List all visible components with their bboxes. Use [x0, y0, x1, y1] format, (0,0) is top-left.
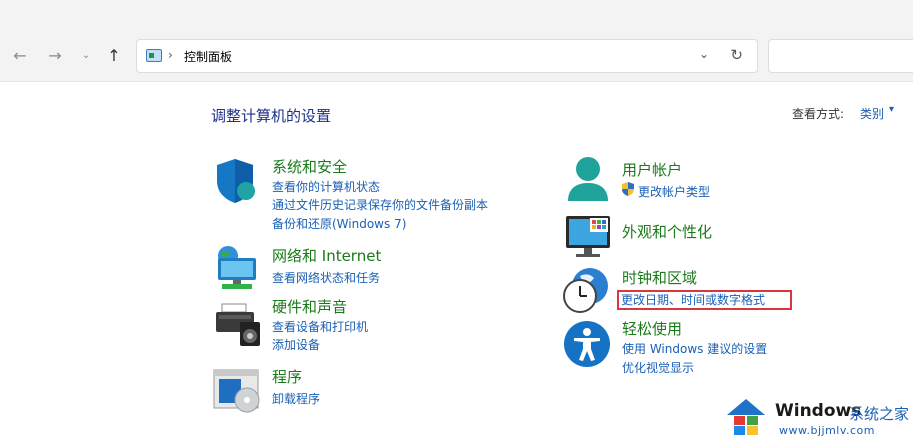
- link-view-computer-status[interactable]: 查看你的计算机状态: [272, 178, 380, 195]
- printer-speaker-icon[interactable]: [214, 300, 262, 348]
- link-add-device[interactable]: 添加设备: [272, 336, 320, 353]
- link-devices-printers[interactable]: 查看设备和打印机: [272, 318, 368, 335]
- control-panel-icon: [146, 49, 162, 62]
- category-title-hardware[interactable]: 硬件和声音: [272, 296, 347, 317]
- title-bar: [0, 0, 913, 30]
- category-title-system-security[interactable]: 系统和安全: [272, 156, 347, 177]
- category-title-ease-of-access[interactable]: 轻松使用: [622, 318, 682, 339]
- uac-shield-icon: [622, 182, 634, 196]
- link-network-status[interactable]: 查看网络状态和任务: [272, 269, 380, 286]
- monitor-palette-icon[interactable]: [564, 214, 612, 262]
- programs-disc-icon[interactable]: [213, 368, 261, 416]
- page-title: 调整计算机的设置: [211, 107, 332, 125]
- watermark-brand-cn: 系统之家: [849, 405, 910, 423]
- link-recommended-settings[interactable]: 使用 Windows 建议的设置: [622, 340, 767, 357]
- highlight-box: [617, 290, 792, 310]
- breadcrumb-control-panel[interactable]: 控制面板: [184, 48, 232, 65]
- watermark: Windows 系统之家 www.bjjmlv.com: [723, 395, 913, 444]
- breadcrumb-chevron-icon[interactable]: ›: [168, 48, 173, 62]
- watermark-url: www.bjjmlv.com: [779, 424, 875, 437]
- link-backup-restore[interactable]: 备份和还原(Windows 7): [272, 215, 406, 232]
- back-arrow-icon[interactable]: ←: [10, 46, 30, 66]
- network-globe-icon[interactable]: [212, 244, 260, 292]
- recent-locations-chevron-icon[interactable]: ⌄: [76, 46, 96, 66]
- category-title-network[interactable]: 网络和 Internet: [272, 245, 381, 266]
- windows-house-logo-icon: [727, 399, 765, 435]
- link-uninstall-program[interactable]: 卸载程序: [272, 390, 320, 407]
- refresh-icon[interactable]: ↻: [730, 46, 743, 64]
- up-arrow-icon[interactable]: ↑: [104, 46, 124, 66]
- clock-globe-icon[interactable]: [562, 266, 610, 314]
- search-input[interactable]: [768, 39, 913, 73]
- link-file-history[interactable]: 通过文件历史记录保存你的文件备份副本: [272, 196, 488, 213]
- view-by-select[interactable]: 类别: [860, 105, 884, 122]
- category-title-user-accounts[interactable]: 用户帐户: [622, 159, 682, 180]
- accessibility-icon[interactable]: [563, 320, 611, 368]
- address-bar[interactable]: › 控制面板 ⌄ ↻: [136, 39, 758, 73]
- user-avatar-icon[interactable]: [564, 155, 612, 203]
- link-change-account-type[interactable]: 更改帐户类型: [638, 183, 710, 200]
- address-dropdown-icon[interactable]: ⌄: [699, 47, 709, 61]
- category-title-programs[interactable]: 程序: [272, 366, 302, 387]
- navigation-toolbar: ← → ⌄ ↑ › 控制面板 ⌄ ↻: [0, 30, 913, 82]
- category-title-clock-region[interactable]: 时钟和区域: [622, 267, 697, 288]
- view-by-chevron-icon[interactable]: ▾: [889, 104, 894, 115]
- shield-icon[interactable]: [213, 157, 261, 205]
- forward-arrow-icon[interactable]: →: [45, 46, 65, 66]
- link-optimize-visual-display[interactable]: 优化视觉显示: [622, 359, 694, 376]
- category-title-appearance[interactable]: 外观和个性化: [622, 221, 712, 242]
- view-by-label: 查看方式:: [792, 107, 845, 121]
